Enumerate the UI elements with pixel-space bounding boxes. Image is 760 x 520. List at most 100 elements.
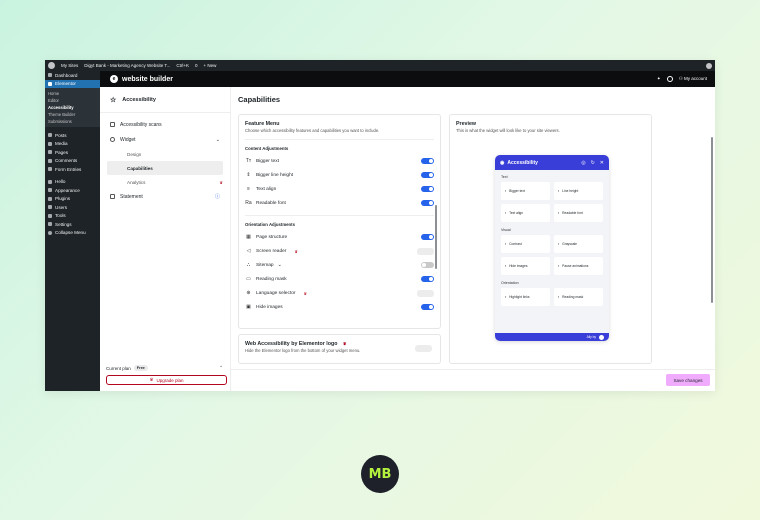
menu-plugins[interactable]: Plugins: [45, 195, 100, 204]
menu-users[interactable]: Users: [45, 203, 100, 212]
feature-label: Page structure: [256, 234, 288, 240]
crown-icon: ♛: [219, 179, 223, 185]
nav-accessibility-scans[interactable]: Accessibility scans: [100, 117, 230, 132]
widget-icon: [110, 137, 115, 142]
widget-tile[interactable]: ▪ Contrast: [501, 235, 550, 253]
menu-label: Posts: [55, 132, 67, 138]
widget-tile[interactable]: ▪ Readable font: [554, 204, 603, 222]
feature-toggle[interactable]: [417, 289, 434, 297]
menu-label: Plugins: [55, 196, 71, 202]
save-changes-button[interactable]: Save changes: [666, 374, 710, 386]
nav-analytics[interactable]: Analytics ♛: [107, 175, 223, 189]
comments-count[interactable]: 0: [195, 63, 198, 68]
hide-logo-toggle[interactable]: [415, 345, 432, 352]
feature-menu-scrollbar[interactable]: [435, 205, 437, 269]
nav-capabilities[interactable]: Capabilities: [107, 161, 223, 175]
feature-toggle[interactable]: [421, 304, 434, 310]
widget-tile[interactable]: ▪ Bigger text: [501, 182, 550, 200]
tile-icon: ▪: [558, 264, 560, 268]
nav-design[interactable]: Design: [107, 147, 223, 161]
settings-icon: [48, 222, 52, 227]
menu-media[interactable]: Media: [45, 140, 100, 149]
nav-label: Statement: [120, 193, 143, 200]
feature-toggle[interactable]: [417, 247, 434, 255]
menu-settings[interactable]: Settings: [45, 220, 100, 229]
feature-toggle[interactable]: [421, 186, 434, 192]
feature-toggle[interactable]: [421, 200, 434, 206]
feature-toggle[interactable]: [421, 276, 434, 282]
mb-watermark-logo: MB: [361, 455, 399, 493]
feature-toggle[interactable]: [421, 234, 434, 240]
feature-label: Bigger text: [256, 158, 279, 164]
widget-tile[interactable]: ▪ Pause animations: [554, 257, 603, 275]
menu-dashboard[interactable]: Dashboard: [45, 71, 100, 80]
chevron-down-icon[interactable]: ⌄: [278, 263, 282, 268]
whats-new-icon[interactable]: ✦: [657, 76, 661, 82]
feature-row: ⛬ Sitemap ⌄: [245, 258, 434, 272]
form-icon: [48, 167, 52, 172]
upgrade-plan-button[interactable]: ♛ Upgrade plan: [106, 375, 227, 385]
menu-posts[interactable]: Posts: [45, 131, 100, 140]
brush-icon: [48, 188, 52, 193]
widget-section-text: Text: [501, 175, 508, 179]
feature-label: Readable font: [256, 200, 286, 206]
menu-comments[interactable]: Comments: [45, 157, 100, 166]
help-icon[interactable]: [666, 76, 673, 82]
widget-tile[interactable]: ▪ Line height: [554, 182, 603, 200]
feature-menu-card: Feature Menu Choose which accessibility …: [238, 114, 441, 329]
page-title: Capabilities: [238, 95, 281, 104]
menu-label: Collapse Menu: [55, 230, 86, 236]
widget-tile[interactable]: ▪ Highlight links: [501, 288, 550, 306]
tile-icon: ▪: [558, 295, 560, 299]
page-scrollbar[interactable]: [711, 137, 713, 303]
nav-widget[interactable]: Widget ⌄: [100, 132, 230, 147]
submenu-submissions[interactable]: Submissions: [45, 118, 100, 125]
preview-subtitle: This is what the widget will look like t…: [456, 128, 560, 133]
new-content-link[interactable]: + New: [204, 63, 217, 68]
user-avatar[interactable]: [706, 62, 712, 69]
feature-label: Language selector: [256, 290, 296, 296]
widget-tile[interactable]: ▪ Reading mask: [554, 288, 603, 306]
site-name-link[interactable]: Digyt Bank - Marketing Agency Website T.…: [84, 63, 170, 68]
menu-label: Dashboard: [55, 72, 78, 78]
submenu-home[interactable]: Home: [45, 90, 100, 97]
topbar-actions: ✦ ⚇ My account: [657, 76, 715, 82]
feature-toggle[interactable]: [421, 158, 434, 164]
menu-tools[interactable]: Tools: [45, 212, 100, 221]
submenu-theme-builder[interactable]: Theme Builder: [45, 111, 100, 118]
search-shortcut[interactable]: Ctrl+K: [176, 63, 189, 68]
widget-footer-label: Ally by: [586, 335, 596, 339]
menu-label: Pages: [55, 149, 69, 155]
info-icon: ⓘ: [214, 194, 220, 200]
my-sites-link[interactable]: My Sites: [61, 63, 78, 68]
visibility-icon[interactable]: ◎: [581, 160, 585, 166]
menu-collapse[interactable]: Collapse Menu: [45, 229, 100, 238]
content-adjustments-list: Tт Bigger text ⇕ Bigger line height ≡ Text al…: [245, 154, 434, 210]
menu-elementor[interactable]: Elementor: [45, 79, 100, 88]
menu-hello[interactable]: Hello: [45, 178, 100, 187]
menu-form-entries[interactable]: Form Entries: [45, 165, 100, 174]
widget-tile[interactable]: ▪ Text align: [501, 204, 550, 222]
account-menu[interactable]: ⚇ My account: [679, 76, 707, 82]
current-plan-label: Current plan: [106, 365, 131, 371]
feature-toggle[interactable]: [421, 172, 434, 178]
feature-row: ◁ Screen reader ♛: [245, 244, 434, 258]
reset-icon[interactable]: ↻: [591, 160, 595, 166]
submenu-editor[interactable]: Editor: [45, 97, 100, 104]
menu-label: Settings: [55, 221, 72, 227]
feature-toggle[interactable]: [421, 262, 434, 268]
nav-statement[interactable]: Statement ⓘ: [100, 189, 230, 204]
tile-label: Highlight links: [509, 295, 530, 299]
menu-appearance[interactable]: Appearance: [45, 186, 100, 195]
chevron-up-icon[interactable]: ⌃: [219, 365, 223, 371]
orientation-tiles: ▪ Highlight links ▪ Reading mask: [495, 288, 609, 306]
widget-tile[interactable]: ▪ Grayscale: [554, 235, 603, 253]
close-icon[interactable]: ✕: [600, 160, 604, 166]
menu-pages[interactable]: Pages: [45, 148, 100, 157]
wordpress-logo-icon[interactable]: [48, 62, 55, 69]
widget-tile[interactable]: ▪ Hide images: [501, 257, 550, 275]
tile-icon: ▪: [505, 189, 507, 193]
submenu-accessibility[interactable]: Accessibility: [45, 104, 100, 111]
feature-icon: ≡: [247, 186, 250, 192]
nav-label: Analytics: [127, 179, 146, 185]
